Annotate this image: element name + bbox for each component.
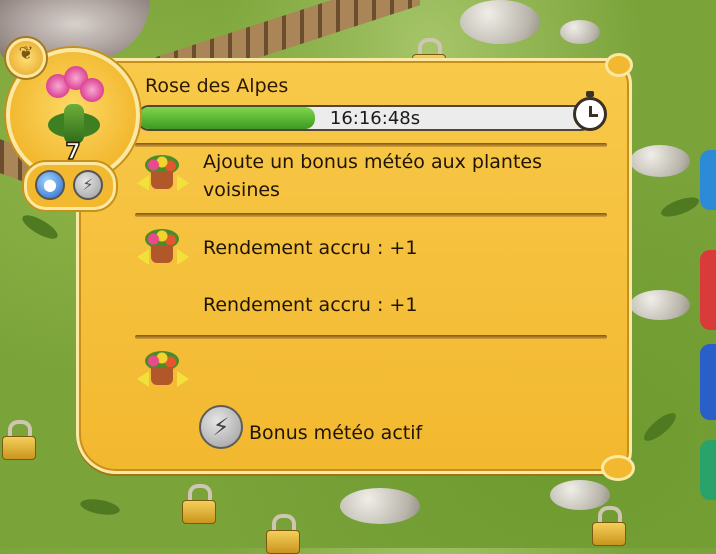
rock (340, 488, 420, 524)
rock (630, 145, 690, 177)
rock (630, 290, 690, 320)
neighbor-flowers-icon (137, 153, 189, 197)
seed-button[interactable]: ❦ (6, 38, 46, 78)
neighbor-flowers-icon (137, 349, 189, 393)
leaf (640, 408, 680, 446)
leaf (658, 193, 702, 221)
water-drop-icon[interactable]: ● (35, 170, 65, 200)
effect-text: Rendement accru : +1 (203, 294, 418, 316)
weather-bonus-label: Bonus météo actif (249, 422, 423, 444)
lock-icon[interactable] (590, 506, 626, 546)
leaf (19, 210, 61, 244)
lock-icon[interactable] (0, 420, 36, 460)
plant-name: Rose des Alpes (145, 75, 289, 97)
rock (560, 20, 600, 44)
divider (135, 213, 607, 217)
rock (460, 0, 540, 44)
effect-text: Rendement accru : +1 (203, 237, 418, 259)
panel-corner-decoration (601, 455, 635, 481)
plant-info-panel: Rose des Alpes 16:16:48s Ajoute un bonus… (76, 53, 635, 481)
effect-text: voisines (203, 179, 280, 201)
growth-timer-text: 16:16:48s (329, 108, 421, 129)
side-menu-tab[interactable] (700, 150, 716, 210)
plant-stats: ● ⚡ (24, 162, 116, 210)
lock-icon[interactable] (264, 514, 300, 554)
lightning-icon: ⚡ (199, 405, 243, 449)
effect-text: Ajoute un bonus météo aux plantes (203, 151, 542, 173)
side-menu-tab[interactable] (700, 250, 716, 330)
panel-corner-decoration (605, 53, 633, 77)
divider (135, 335, 607, 339)
seed-icon: ❦ (18, 43, 34, 64)
side-menu-tab[interactable] (700, 440, 716, 500)
neighbor-flowers-icon (137, 227, 189, 271)
growth-timer-bar: 16:16:48s (137, 105, 593, 131)
side-menu-tab[interactable] (700, 344, 716, 420)
alpine-rose-icon (42, 66, 106, 146)
stopwatch-icon (573, 91, 607, 131)
lock-icon[interactable] (180, 484, 216, 524)
leaf (79, 496, 121, 518)
divider (135, 143, 607, 147)
lightning-icon[interactable]: ⚡ (73, 170, 103, 200)
